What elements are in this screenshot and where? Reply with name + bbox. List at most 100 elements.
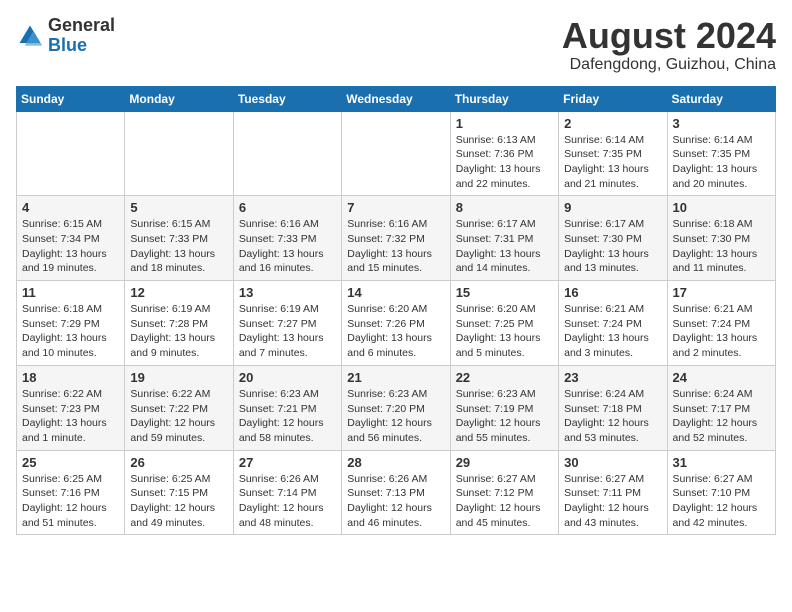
day-info: Sunrise: 6:14 AMSunset: 7:35 PMDaylight:… — [673, 133, 770, 192]
day-info: Sunrise: 6:25 AMSunset: 7:15 PMDaylight:… — [130, 472, 227, 531]
day-number: 16 — [564, 285, 661, 300]
calendar-header-row: SundayMondayTuesdayWednesdayThursdayFrid… — [17, 86, 776, 111]
day-number: 21 — [347, 370, 444, 385]
day-info: Sunrise: 6:15 AMSunset: 7:34 PMDaylight:… — [22, 217, 119, 276]
month-year-title: August 2024 — [562, 16, 776, 56]
day-number: 12 — [130, 285, 227, 300]
day-info: Sunrise: 6:27 AMSunset: 7:11 PMDaylight:… — [564, 472, 661, 531]
day-number: 27 — [239, 455, 336, 470]
calendar-cell: 2Sunrise: 6:14 AMSunset: 7:35 PMDaylight… — [559, 111, 667, 196]
calendar-table: SundayMondayTuesdayWednesdayThursdayFrid… — [16, 86, 776, 536]
calendar-cell: 6 Sunrise: 6:16 AMSunset: 7:33 PMDaylight… — [233, 196, 341, 281]
calendar-cell: 26Sunrise: 6:25 AMSunset: 7:15 PMDayligh… — [125, 450, 233, 535]
day-info: Sunrise: 6:16 AMSunset: 7:33 PMDaylight:… — [239, 217, 336, 276]
day-info: Sunrise: 6:18 AMSunset: 7:29 PMDaylight:… — [22, 302, 119, 361]
day-info: Sunrise: 6:20 AMSunset: 7:25 PMDaylight:… — [456, 302, 553, 361]
calendar-cell: 22 Sunrise: 6:23 AMSunset: 7:19 PMDayligh… — [450, 365, 558, 450]
day-number: 4 — [22, 200, 119, 215]
calendar-header-friday: Friday — [559, 86, 667, 111]
calendar-cell: 5Sunrise: 6:15 AMSunset: 7:33 PMDaylight… — [125, 196, 233, 281]
calendar-week-5: 25Sunrise: 6:25 AMSunset: 7:16 PMDayligh… — [17, 450, 776, 535]
logo: General Blue — [16, 16, 115, 56]
day-number: 10 — [673, 200, 770, 215]
day-number: 15 — [456, 285, 553, 300]
day-number: 24 — [673, 370, 770, 385]
day-number: 29 — [456, 455, 553, 470]
day-info: Sunrise: 6:24 AMSunset: 7:17 PMDaylight:… — [673, 387, 770, 446]
day-number: 1 — [456, 116, 553, 131]
day-info: Sunrise: 6:21 AMSunset: 7:24 PMDaylight:… — [673, 302, 770, 361]
location-subtitle: Dafengdong, Guizhou, China — [562, 56, 776, 74]
calendar-cell: 24 Sunrise: 6:24 AMSunset: 7:17 PMDayligh… — [667, 365, 775, 450]
day-info: Sunrise: 6:27 AMSunset: 7:12 PMDaylight:… — [456, 472, 553, 531]
page-header: General Blue August 2024 Dafengdong, Gui… — [16, 16, 776, 74]
title-block: August 2024 Dafengdong, Guizhou, China — [562, 16, 776, 74]
day-number: 19 — [130, 370, 227, 385]
calendar-cell: 11 Sunrise: 6:18 AMSunset: 7:29 PMDayligh… — [17, 281, 125, 366]
calendar-cell: 16 Sunrise: 6:21 AMSunset: 7:24 PMDayligh… — [559, 281, 667, 366]
calendar-cell: 20 Sunrise: 6:23 AMSunset: 7:21 PMDayligh… — [233, 365, 341, 450]
calendar-header-sunday: Sunday — [17, 86, 125, 111]
logo-general-text: General — [48, 15, 115, 35]
day-info: Sunrise: 6:16 AMSunset: 7:32 PMDaylight:… — [347, 217, 444, 276]
calendar-cell: 4 Sunrise: 6:15 AMSunset: 7:34 PMDaylight… — [17, 196, 125, 281]
calendar-cell: 13Sunrise: 6:19 AMSunset: 7:27 PMDayligh… — [233, 281, 341, 366]
calendar-cell: 23Sunrise: 6:24 AMSunset: 7:18 PMDayligh… — [559, 365, 667, 450]
day-info: Sunrise: 6:21 AMSunset: 7:24 PMDaylight:… — [564, 302, 661, 361]
day-number: 20 — [239, 370, 336, 385]
day-info: Sunrise: 6:23 AMSunset: 7:21 PMDaylight:… — [239, 387, 336, 446]
calendar-header-wednesday: Wednesday — [342, 86, 450, 111]
day-info: Sunrise: 6:23 AMSunset: 7:20 PMDaylight:… — [347, 387, 444, 446]
calendar-header-monday: Monday — [125, 86, 233, 111]
day-info: Sunrise: 6:19 AMSunset: 7:28 PMDaylight:… — [130, 302, 227, 361]
day-info: Sunrise: 6:22 AMSunset: 7:22 PMDaylight:… — [130, 387, 227, 446]
day-info: Sunrise: 6:17 AMSunset: 7:31 PMDaylight:… — [456, 217, 553, 276]
day-number: 11 — [22, 285, 119, 300]
day-number: 31 — [673, 455, 770, 470]
day-number: 28 — [347, 455, 444, 470]
calendar-cell: 17 Sunrise: 6:21 AMSunset: 7:24 PMDayligh… — [667, 281, 775, 366]
calendar-cell — [342, 111, 450, 196]
calendar-cell: 12 Sunrise: 6:19 AMSunset: 7:28 PMDayligh… — [125, 281, 233, 366]
day-number: 7 — [347, 200, 444, 215]
calendar-cell: 19 Sunrise: 6:22 AMSunset: 7:22 PMDayligh… — [125, 365, 233, 450]
day-info: Sunrise: 6:19 AMSunset: 7:27 PMDaylight:… — [239, 302, 336, 361]
calendar-cell: 18Sunrise: 6:22 AMSunset: 7:23 PMDayligh… — [17, 365, 125, 450]
day-number: 23 — [564, 370, 661, 385]
day-number: 6 — [239, 200, 336, 215]
calendar-header-saturday: Saturday — [667, 86, 775, 111]
calendar-cell: 21 Sunrise: 6:23 AMSunset: 7:20 PMDayligh… — [342, 365, 450, 450]
calendar-cell: 14 Sunrise: 6:20 AMSunset: 7:26 PMDayligh… — [342, 281, 450, 366]
day-info: Sunrise: 6:20 AMSunset: 7:26 PMDaylight:… — [347, 302, 444, 361]
day-number: 22 — [456, 370, 553, 385]
calendar-cell: 3Sunrise: 6:14 AMSunset: 7:35 PMDaylight… — [667, 111, 775, 196]
calendar-cell: 7 Sunrise: 6:16 AMSunset: 7:32 PMDaylight… — [342, 196, 450, 281]
calendar-cell: 29 Sunrise: 6:27 AMSunset: 7:12 PMDayligh… — [450, 450, 558, 535]
day-number: 8 — [456, 200, 553, 215]
calendar-week-4: 18Sunrise: 6:22 AMSunset: 7:23 PMDayligh… — [17, 365, 776, 450]
calendar-cell: 15 Sunrise: 6:20 AMSunset: 7:25 PMDayligh… — [450, 281, 558, 366]
day-info: Sunrise: 6:17 AMSunset: 7:30 PMDaylight:… — [564, 217, 661, 276]
calendar-cell: 30 Sunrise: 6:27 AMSunset: 7:11 PMDayligh… — [559, 450, 667, 535]
day-number: 5 — [130, 200, 227, 215]
day-number: 17 — [673, 285, 770, 300]
logo-blue-text: Blue — [48, 35, 87, 55]
calendar-cell: 8 Sunrise: 6:17 AMSunset: 7:31 PMDaylight… — [450, 196, 558, 281]
calendar-week-1: 1 Sunrise: 6:13 AMSunset: 7:36 PMDaylight… — [17, 111, 776, 196]
calendar-cell — [125, 111, 233, 196]
calendar-cell: 31 Sunrise: 6:27 AMSunset: 7:10 PMDayligh… — [667, 450, 775, 535]
day-info: Sunrise: 6:22 AMSunset: 7:23 PMDaylight:… — [22, 387, 119, 446]
day-info: Sunrise: 6:27 AMSunset: 7:10 PMDaylight:… — [673, 472, 770, 531]
calendar-week-2: 4 Sunrise: 6:15 AMSunset: 7:34 PMDaylight… — [17, 196, 776, 281]
day-number: 25 — [22, 455, 119, 470]
day-info: Sunrise: 6:13 AMSunset: 7:36 PMDaylight:… — [456, 133, 553, 192]
day-number: 30 — [564, 455, 661, 470]
calendar-cell — [233, 111, 341, 196]
day-number: 14 — [347, 285, 444, 300]
day-info: Sunrise: 6:23 AMSunset: 7:19 PMDaylight:… — [456, 387, 553, 446]
calendar-cell — [17, 111, 125, 196]
calendar-cell: 10Sunrise: 6:18 AMSunset: 7:30 PMDayligh… — [667, 196, 775, 281]
calendar-cell: 1 Sunrise: 6:13 AMSunset: 7:36 PMDaylight… — [450, 111, 558, 196]
calendar-header-tuesday: Tuesday — [233, 86, 341, 111]
calendar-cell: 25Sunrise: 6:25 AMSunset: 7:16 PMDayligh… — [17, 450, 125, 535]
